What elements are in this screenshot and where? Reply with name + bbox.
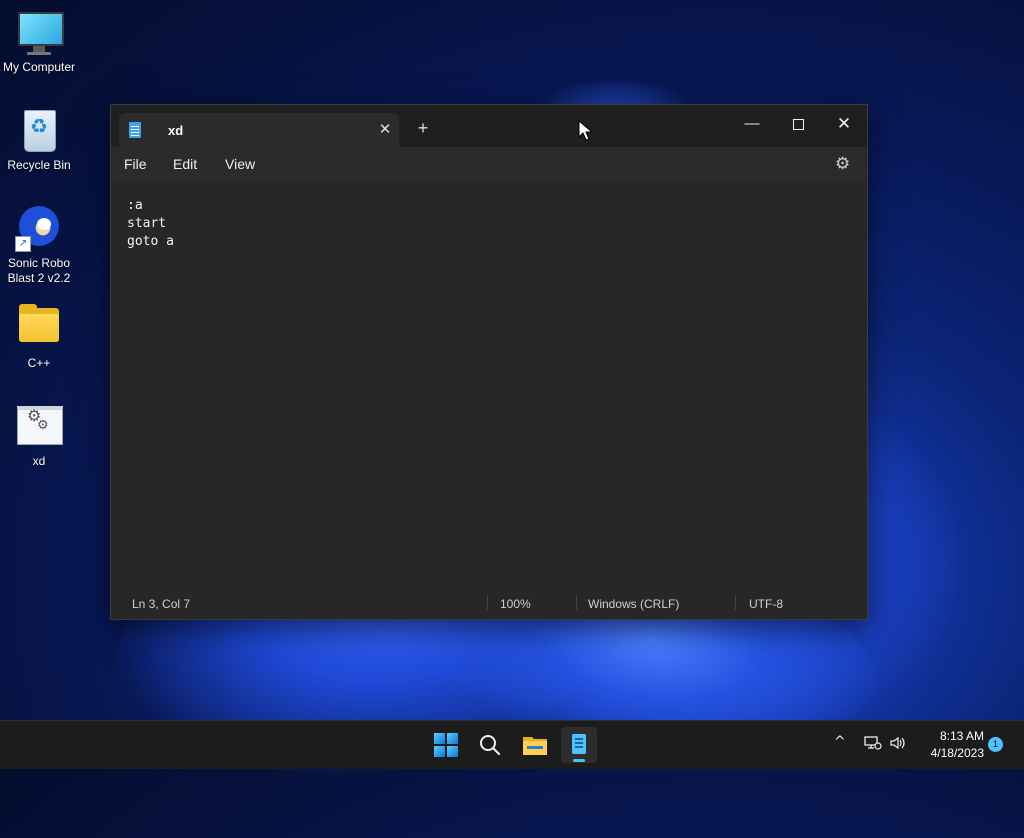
desktop-icon-label: C++ — [27, 356, 51, 370]
tab-title: xd — [168, 123, 184, 138]
tab-xd[interactable]: xd ✕ — [119, 113, 399, 147]
text-line: start — [127, 216, 167, 231]
desktop-icon-label: My Computer — [2, 60, 76, 74]
desktop-icon-xd[interactable]: ⚙ ⚙ xd — [0, 402, 78, 469]
network-icon[interactable] — [864, 735, 882, 755]
taskbar: ^ 8:13 AM 4/18/2023 1 — [0, 720, 1024, 769]
status-divider — [576, 596, 577, 610]
menu-view[interactable]: View — [225, 156, 255, 172]
maximize-button[interactable] — [775, 109, 821, 139]
clock-time: 8:13 AM — [939, 729, 984, 743]
notepad-taskbar-button[interactable] — [561, 727, 597, 763]
status-divider — [735, 596, 736, 610]
status-encoding[interactable]: UTF-8 — [749, 597, 783, 611]
new-tab-button[interactable]: + — [413, 119, 433, 139]
menu-file[interactable]: File — [124, 156, 147, 172]
desktop-icon-label: Recycle Bin — [7, 158, 71, 172]
computer-icon — [15, 8, 64, 56]
minimize-button[interactable]: — — [729, 109, 775, 139]
menu-bar: File Edit View ⚙ — [111, 147, 867, 181]
text-line: goto a — [127, 234, 174, 249]
status-line-endings[interactable]: Windows (CRLF) — [588, 597, 679, 611]
start-button[interactable] — [428, 727, 464, 763]
text-editor-area[interactable]: :a start goto a — [111, 181, 867, 585]
tab-close-button[interactable]: ✕ — [375, 120, 395, 140]
desktop-icon-my-computer[interactable]: My Computer — [0, 8, 78, 75]
shortcut-arrow-icon: ↗ — [15, 236, 31, 252]
file-explorer-button[interactable] — [517, 727, 553, 763]
settings-gear-icon[interactable]: ⚙ — [835, 154, 850, 174]
notepad-icon — [129, 122, 141, 138]
desktop-icon-recycle-bin[interactable]: Recycle Bin — [0, 106, 78, 173]
recycle-bin-icon — [15, 106, 63, 154]
notepad-icon — [572, 734, 586, 754]
batch-file-icon: ⚙ ⚙ — [15, 402, 63, 450]
clock-date: 4/18/2023 — [930, 746, 984, 760]
close-button[interactable]: ✕ — [821, 109, 867, 139]
search-button[interactable] — [472, 727, 508, 763]
desktop-icon-sonic-robo-blast[interactable]: ↗ Sonic Robo Blast 2 v2.2 — [0, 204, 78, 286]
sonic-icon: ↗ — [15, 204, 63, 252]
search-icon — [480, 735, 501, 756]
taskbar-clock[interactable]: 8:13 AM 4/18/2023 — [912, 728, 984, 762]
desktop-icon-cpp-folder[interactable]: C++ — [0, 302, 78, 371]
status-bar: Ln 3, Col 7 100% Windows (CRLF) UTF-8 — [111, 587, 867, 619]
notification-badge[interactable]: 1 — [988, 737, 1003, 752]
title-bar[interactable]: xd ✕ + — ✕ — [111, 105, 867, 147]
menu-edit[interactable]: Edit — [173, 156, 197, 172]
desktop-icon-label: Sonic Robo Blast 2 v2.2 — [7, 256, 71, 285]
status-cursor-position: Ln 3, Col 7 — [132, 597, 191, 611]
text-line: :a — [127, 198, 143, 213]
folder-icon — [523, 737, 547, 755]
maximize-icon — [792, 118, 804, 130]
desktop-icon-label: xd — [32, 454, 46, 468]
status-divider — [487, 596, 488, 610]
volume-icon[interactable] — [889, 735, 907, 755]
status-zoom[interactable]: 100% — [500, 597, 531, 611]
notepad-window[interactable]: xd ✕ + — ✕ File Edit View ⚙ :a start got… — [110, 104, 868, 620]
tray-overflow-chevron-icon[interactable]: ^ — [834, 734, 846, 750]
folder-icon — [15, 302, 63, 350]
